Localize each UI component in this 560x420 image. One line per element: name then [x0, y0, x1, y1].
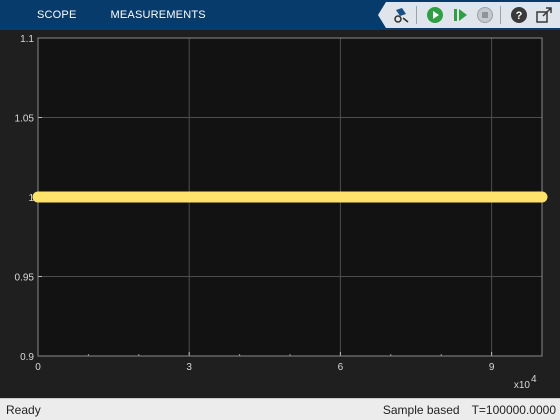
toolbar-separator — [500, 6, 501, 24]
y-tick-label: 0.9 — [20, 352, 34, 363]
run-icon[interactable] — [424, 4, 446, 26]
status-time: T=100000.0000 — [471, 402, 556, 417]
undock-icon[interactable] — [533, 4, 555, 26]
scope-display: 0 3 6 9 0.9 0.95 1 1.05 1.1 x10 4 — [0, 30, 560, 398]
help-icon[interactable]: ? — [508, 4, 530, 26]
toolbar-separator — [416, 6, 417, 24]
toolstrip: SCOPE MEASUREMENTS ? — [0, 0, 560, 30]
status-ready: Ready — [6, 402, 41, 417]
x-axis-multiplier: x10 — [514, 380, 531, 391]
line-plot[interactable]: 0 3 6 90.90.9511.051.1x104 — [0, 30, 560, 398]
y-tick-label: 1.05 — [15, 114, 35, 125]
status-right-group: Sample based T=100000.0000 — [383, 403, 556, 417]
tab-scope[interactable]: SCOPE — [37, 0, 77, 30]
status-mode: Sample based — [382, 402, 460, 417]
y-tick-label: 1.1 — [20, 34, 34, 45]
toolbar-controls: ? — [378, 2, 560, 28]
x-tick-label: 6 — [338, 362, 344, 373]
stop-icon[interactable] — [474, 4, 496, 26]
x-tick-label: 9 — [489, 362, 495, 373]
highlight-signal-icon[interactable] — [390, 4, 412, 26]
tab-measurements[interactable]: MEASUREMENTS — [111, 0, 206, 30]
svg-text:?: ? — [516, 10, 523, 22]
status-bar: Ready Sample based T=100000.0000 — [0, 398, 560, 420]
x-tick-label: 3 — [186, 362, 192, 373]
y-tick-label: 0.95 — [15, 273, 35, 284]
step-forward-icon[interactable] — [449, 4, 471, 26]
x-axis-multiplier-exponent: 4 — [531, 374, 537, 385]
x-tick-label: 0 — [35, 362, 41, 373]
